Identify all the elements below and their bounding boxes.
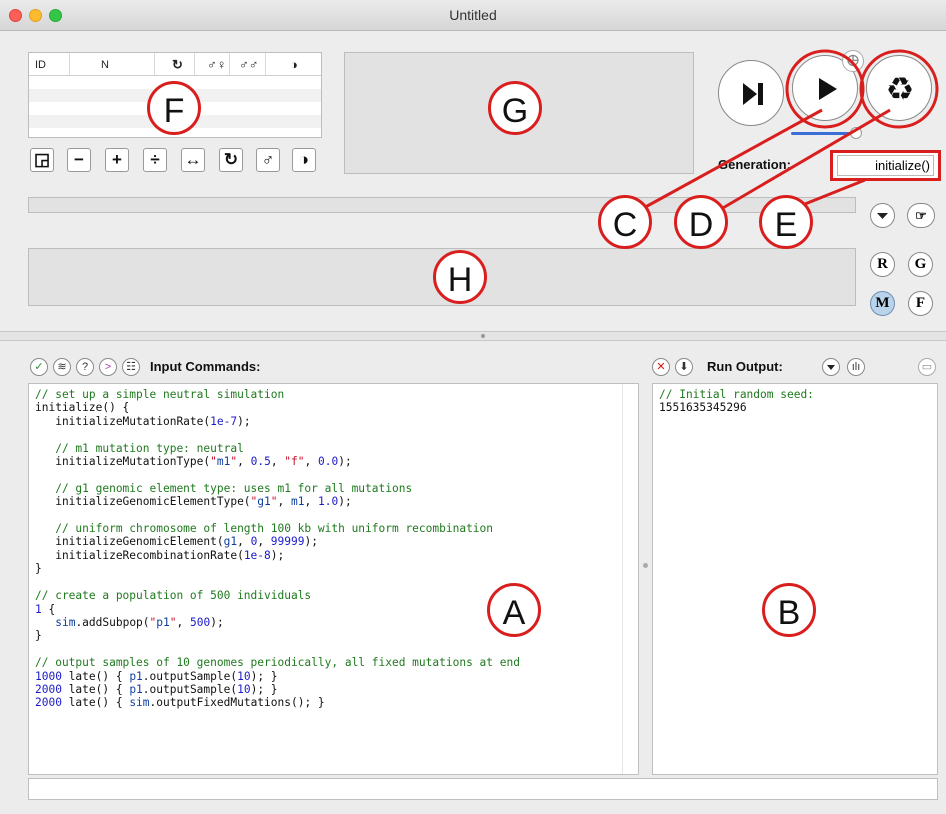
annotation-h: H [433, 250, 487, 304]
annotation-b: B [762, 583, 816, 637]
annotation-g: G [488, 81, 542, 135]
annotation-f: F [147, 81, 201, 135]
annotation-lines [639, 49, 939, 214]
annotation-c: C [598, 195, 652, 249]
annotation-d: D [674, 195, 728, 249]
annotation-a: A [487, 583, 541, 637]
annotation-e: E [759, 195, 813, 249]
